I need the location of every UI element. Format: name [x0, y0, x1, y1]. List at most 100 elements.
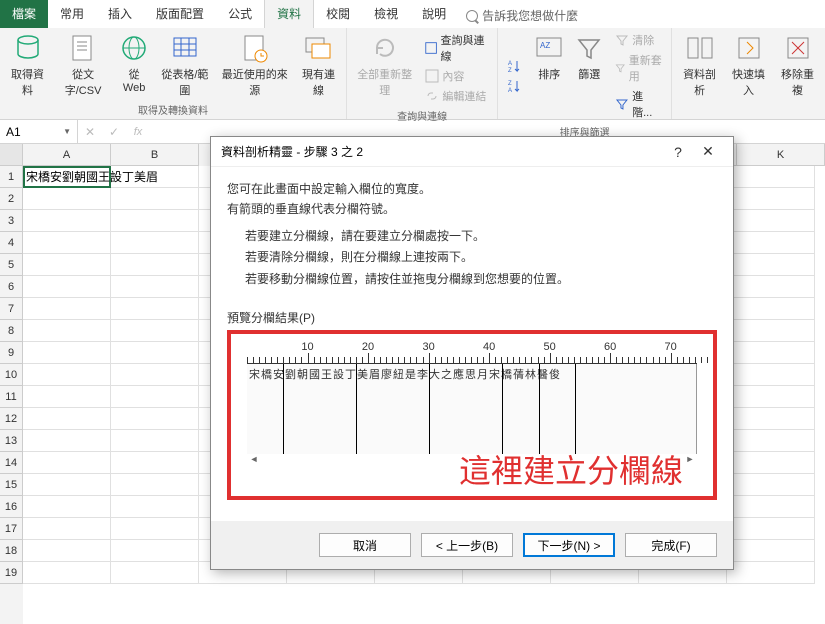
row-header[interactable]: 11 — [0, 386, 23, 408]
row-header[interactable]: 3 — [0, 210, 23, 232]
cell[interactable] — [23, 210, 111, 232]
recent-sources-button[interactable]: 最近使用的來源 — [217, 30, 293, 100]
tab-review[interactable]: 校閱 — [314, 0, 362, 28]
chevron-down-icon[interactable]: ▼ — [63, 127, 71, 136]
tab-formulas[interactable]: 公式 — [216, 0, 264, 28]
preview-ruler[interactable]: 10203040506070 — [247, 342, 697, 364]
scroll-left-icon[interactable]: ◄ — [247, 454, 261, 468]
preview-data[interactable]: 宋橋安劉朝國王設丁美眉廖紐是李大之應思月宋橋蒨林醫俊 — [247, 364, 697, 454]
cell[interactable] — [23, 320, 111, 342]
cell[interactable] — [727, 518, 815, 540]
reapply-button[interactable]: 重新套用 — [610, 50, 667, 86]
cell[interactable] — [727, 562, 815, 584]
from-text-csv-button[interactable]: 從文字/CSV — [53, 30, 113, 100]
row-header[interactable]: 12 — [0, 408, 23, 430]
cell[interactable] — [111, 518, 199, 540]
clear-button[interactable]: 清除 — [610, 30, 667, 50]
column-break-line[interactable] — [283, 364, 284, 454]
cell[interactable] — [23, 254, 111, 276]
remove-dup-button[interactable]: 移除重複 — [774, 30, 821, 102]
column-break-line[interactable] — [429, 364, 430, 454]
back-button[interactable]: < 上一步(B) — [421, 533, 513, 557]
row-header[interactable]: 19 — [0, 562, 23, 584]
cell[interactable] — [111, 540, 199, 562]
row-header[interactable]: 15 — [0, 474, 23, 496]
dialog-close-button[interactable]: ✕ — [693, 143, 723, 160]
cell[interactable] — [727, 430, 815, 452]
cell[interactable] — [111, 276, 199, 298]
dialog-titlebar[interactable]: 資料剖析精靈 - 步驟 3 之 2 ? ✕ — [211, 137, 733, 167]
tab-view[interactable]: 檢視 — [362, 0, 410, 28]
advanced-button[interactable]: 進階... — [610, 86, 667, 122]
cell[interactable] — [727, 452, 815, 474]
filter-button[interactable]: 篩選 — [570, 30, 608, 122]
insert-function-button[interactable]: fx — [126, 120, 150, 143]
cell[interactable] — [111, 254, 199, 276]
get-data-button[interactable]: 取得資料 — [4, 30, 51, 100]
cell[interactable] — [111, 166, 199, 188]
row-header[interactable]: 13 — [0, 430, 23, 452]
cell[interactable] — [23, 496, 111, 518]
edit-links-button[interactable]: 編輯連結 — [420, 86, 493, 106]
refresh-all-button[interactable]: 全部重新整理 — [351, 30, 418, 106]
cell[interactable] — [111, 364, 199, 386]
row-header[interactable]: 7 — [0, 298, 23, 320]
cell[interactable] — [111, 430, 199, 452]
cell[interactable] — [727, 210, 815, 232]
cell[interactable] — [111, 452, 199, 474]
cell[interactable] — [727, 254, 815, 276]
row-header[interactable]: 6 — [0, 276, 23, 298]
cell[interactable] — [111, 210, 199, 232]
dialog-help-button[interactable]: ? — [663, 144, 693, 160]
from-table-button[interactable]: 從表格/範圍 — [155, 30, 215, 100]
sort-az-button[interactable]: AZ — [502, 56, 528, 76]
properties-button[interactable]: 內容 — [420, 66, 493, 86]
col-header[interactable]: B — [111, 144, 199, 166]
next-button[interactable]: 下一步(N) > — [523, 533, 615, 557]
cell[interactable] — [23, 188, 111, 210]
cell[interactable] — [727, 320, 815, 342]
cell[interactable] — [111, 232, 199, 254]
cell[interactable] — [23, 474, 111, 496]
cell[interactable] — [727, 496, 815, 518]
cell[interactable] — [111, 188, 199, 210]
cell[interactable] — [23, 452, 111, 474]
cell[interactable] — [111, 562, 199, 584]
cell[interactable] — [727, 408, 815, 430]
cell[interactable] — [23, 430, 111, 452]
scroll-right-icon[interactable]: ► — [683, 454, 697, 468]
row-header[interactable]: 9 — [0, 342, 23, 364]
cell[interactable] — [111, 408, 199, 430]
existing-conn-button[interactable]: 現有連線 — [295, 30, 342, 100]
column-break-line[interactable] — [502, 364, 503, 454]
finish-button[interactable]: 完成(F) — [625, 533, 717, 557]
queries-conn-button[interactable]: 查詢與連線 — [420, 30, 493, 66]
cell[interactable] — [23, 298, 111, 320]
cell[interactable] — [111, 342, 199, 364]
flash-fill-button[interactable]: 快速填入 — [725, 30, 772, 102]
column-break-line[interactable] — [356, 364, 357, 454]
row-header[interactable]: 4 — [0, 232, 23, 254]
cell[interactable] — [23, 562, 111, 584]
tab-data[interactable]: 資料 — [264, 0, 314, 28]
column-break-line[interactable] — [539, 364, 540, 454]
cell[interactable] — [727, 364, 815, 386]
row-header[interactable]: 10 — [0, 364, 23, 386]
cell[interactable] — [727, 386, 815, 408]
cell[interactable] — [23, 276, 111, 298]
row-header[interactable]: 2 — [0, 188, 23, 210]
cell[interactable] — [23, 386, 111, 408]
row-header[interactable]: 17 — [0, 518, 23, 540]
column-break-line[interactable] — [575, 364, 576, 454]
cell[interactable] — [23, 540, 111, 562]
col-header[interactable]: A — [23, 144, 111, 166]
tab-layout[interactable]: 版面配置 — [144, 0, 216, 28]
row-header[interactable]: 14 — [0, 452, 23, 474]
select-all-corner[interactable] — [0, 144, 23, 166]
cell[interactable] — [111, 496, 199, 518]
sort-za-button[interactable]: ZA — [502, 76, 528, 96]
tab-home[interactable]: 常用 — [48, 0, 96, 28]
cell[interactable] — [727, 188, 815, 210]
cell[interactable] — [727, 276, 815, 298]
from-web-button[interactable]: 從Web — [115, 30, 153, 100]
